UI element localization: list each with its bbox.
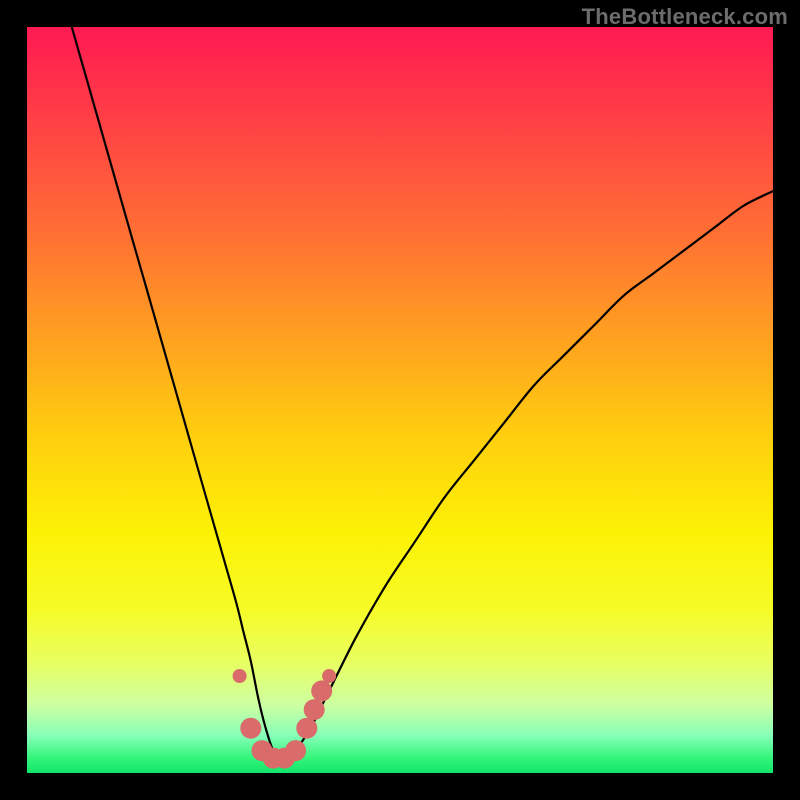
curve-marker-group — [233, 669, 337, 769]
curve-marker — [233, 669, 247, 683]
curve-marker — [240, 718, 261, 739]
curve-marker — [322, 669, 336, 683]
bottleneck-curve-path — [72, 27, 773, 759]
chart-frame: TheBottleneck.com — [0, 0, 800, 800]
curve-marker — [296, 718, 317, 739]
curve-marker — [285, 740, 306, 761]
watermark-text: TheBottleneck.com — [582, 4, 788, 30]
chart-plot-area — [27, 27, 773, 773]
curve-marker — [311, 680, 332, 701]
bottleneck-curve-svg — [27, 27, 773, 773]
curve-marker — [304, 699, 325, 720]
